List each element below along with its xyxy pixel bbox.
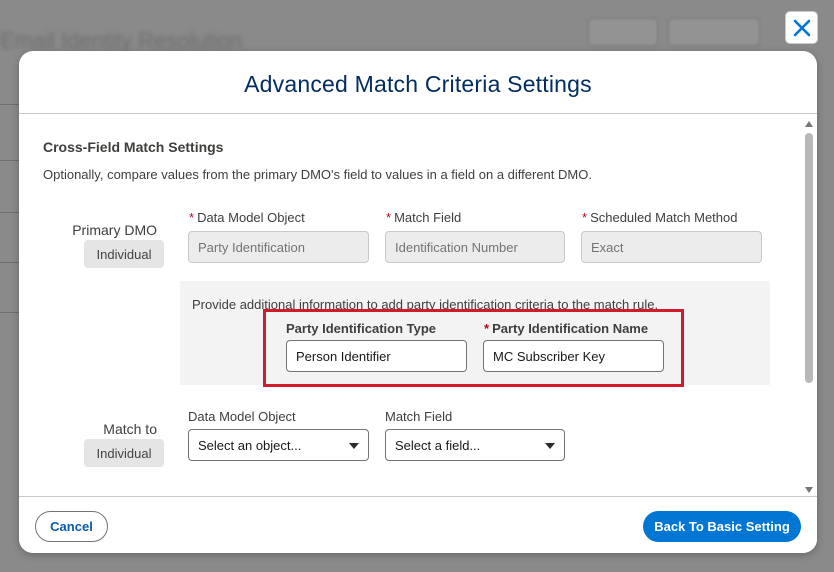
primary-object-label-text: Data Model Object: [197, 210, 305, 225]
primary-match-field-label-text: Match Field: [394, 210, 462, 225]
scheduled-match-method-field: Exact: [581, 231, 762, 263]
primary-object-field: Party Identification: [188, 231, 369, 263]
modal-body[interactable]: Cross-Field Match Settings Optionally, c…: [19, 115, 817, 495]
modal-title: Advanced Match Criteria Settings: [244, 71, 592, 97]
close-button[interactable]: [785, 11, 818, 44]
match-to-field-select[interactable]: Select a field...: [385, 429, 565, 461]
party-type-label: Party Identification Type: [286, 321, 437, 336]
match-to-field-placeholder: Select a field...: [395, 437, 481, 453]
match-to-badge: Individual: [84, 439, 164, 467]
scroll-up-arrow-icon[interactable]: [805, 121, 813, 127]
required-marker: *: [386, 210, 392, 225]
scheduled-match-method-label-text: Scheduled Match Method: [590, 210, 738, 225]
party-name-field[interactable]: MC Subscriber Key: [483, 340, 664, 372]
match-to-object-select[interactable]: Select an object...: [188, 429, 369, 461]
required-marker: *: [484, 321, 490, 336]
required-marker: *: [582, 210, 588, 225]
cancel-button[interactable]: Cancel: [35, 511, 108, 542]
match-to-field-label: Match Field: [385, 409, 453, 424]
required-marker: *: [189, 210, 195, 225]
modal-footer: Cancel Back To Basic Setting: [19, 496, 817, 553]
party-name-label-text: Party Identification Name: [492, 321, 649, 336]
scrollbar-thumb[interactable]: [805, 133, 813, 383]
party-type-field[interactable]: Person Identifier: [286, 340, 467, 372]
advanced-match-modal: Advanced Match Criteria Settings Cross-F…: [19, 51, 817, 553]
close-icon: [793, 19, 810, 36]
party-identification-panel: Provide additional information to add pa…: [180, 281, 770, 387]
chevron-down-icon: [545, 443, 555, 449]
primary-dmo-badge: Individual: [84, 240, 164, 268]
section-description: Optionally, compare values from the prim…: [43, 167, 592, 182]
back-to-basic-setting-button[interactable]: Back To Basic Setting: [643, 511, 801, 542]
match-to-object-label: Data Model Object: [188, 409, 296, 424]
primary-object-label: * Data Model Object: [189, 210, 305, 225]
modal-header: Advanced Match Criteria Settings: [19, 51, 817, 114]
chevron-down-icon: [349, 443, 359, 449]
primary-match-field-label: * Match Field: [386, 210, 461, 225]
section-title: Cross-Field Match Settings: [43, 139, 224, 155]
background-button: [588, 18, 658, 46]
scheduled-match-method-label: * Scheduled Match Method: [582, 210, 738, 225]
primary-dmo-label: Primary DMO: [72, 222, 157, 238]
background-button: [668, 18, 760, 46]
scroll-down-arrow-icon[interactable]: [805, 487, 813, 493]
match-to-object-placeholder: Select an object...: [198, 437, 302, 453]
party-name-label: * Party Identification Name: [484, 321, 648, 336]
primary-match-field: Identification Number: [385, 231, 565, 263]
match-to-label: Match to: [103, 421, 157, 437]
scrollbar[interactable]: [805, 121, 814, 493]
